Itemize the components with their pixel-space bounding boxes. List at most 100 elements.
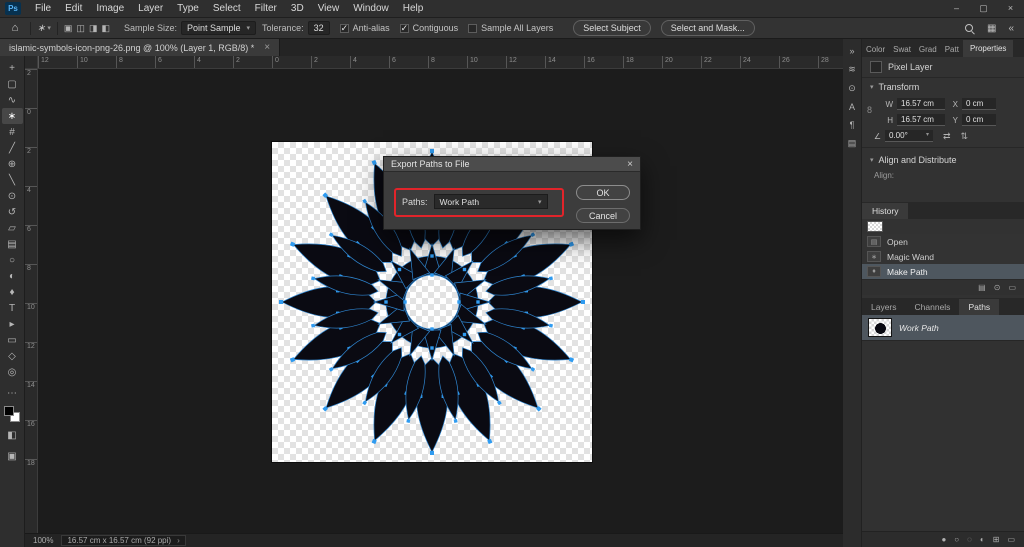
dodge-tool[interactable]: ◐ xyxy=(2,268,23,284)
workspace-switcher-icon[interactable]: ▦ xyxy=(987,23,996,34)
tab-channels[interactable]: Channels xyxy=(906,299,960,315)
close-button[interactable]: × xyxy=(997,0,1024,17)
healing-brush-tool[interactable]: ⊕ xyxy=(2,156,23,172)
foreground-color-swatch[interactable] xyxy=(4,406,14,416)
new-document-from-state-icon[interactable]: ▤ xyxy=(978,283,986,292)
tab-properties[interactable]: Properties xyxy=(963,40,1013,57)
move-tool[interactable]: + xyxy=(2,60,23,76)
fill-path-icon[interactable]: ● xyxy=(941,535,946,544)
options-checkbox[interactable]: Contiguous xyxy=(400,23,459,33)
edit-toolbar-icon[interactable]: ⋯ xyxy=(2,385,23,401)
status-chevron-icon[interactable]: › xyxy=(177,536,180,545)
magic-wand-tool[interactable]: ∗ xyxy=(2,108,23,124)
screen-mode-icon[interactable]: ▣ xyxy=(2,448,23,464)
active-tool-preset-icon[interactable]: ∗▾ xyxy=(37,23,51,34)
tab-gradients[interactable]: Grad xyxy=(915,42,941,57)
history-item-make-path[interactable]: ♦ Make Path xyxy=(862,264,1024,279)
color-swatches[interactable] xyxy=(4,406,20,422)
tab-paths[interactable]: Paths xyxy=(959,299,999,315)
new-selection-icon[interactable]: ▣ xyxy=(64,23,73,34)
menu-item[interactable]: Help xyxy=(396,0,431,17)
brush-tool[interactable]: ╲ xyxy=(2,172,23,188)
select-subject-button[interactable]: Select Subject xyxy=(573,20,651,36)
flip-horizontal-icon[interactable]: ⇄ xyxy=(943,131,951,142)
paragraph-panel-icon[interactable]: ¶ xyxy=(850,120,855,130)
menu-item[interactable]: Filter xyxy=(248,0,284,17)
sample-size-select[interactable]: Point Sample▾ xyxy=(181,21,256,35)
eraser-tool[interactable]: ▱ xyxy=(2,220,23,236)
dialog-close-icon[interactable]: × xyxy=(627,159,633,170)
restore-button[interactable]: ▢ xyxy=(970,0,997,17)
link-dimensions-icon[interactable]: 8 xyxy=(867,105,872,115)
new-snapshot-icon[interactable]: ⊙ xyxy=(994,283,1001,292)
options-checkbox[interactable]: Anti-alias xyxy=(340,23,390,33)
menu-item[interactable]: View xyxy=(311,0,347,17)
character-panel-icon[interactable]: A xyxy=(849,102,855,112)
dialog-title-bar[interactable]: Export Paths to File × xyxy=(384,157,640,172)
work-path-row[interactable]: Work Path xyxy=(862,315,1024,341)
minimize-button[interactable]: – xyxy=(943,0,970,17)
eyedropper-tool[interactable]: ╱ xyxy=(2,140,23,156)
subtract-from-selection-icon[interactable]: ◨ xyxy=(89,23,98,34)
tolerance-input[interactable]: 32 xyxy=(308,21,330,35)
add-mask-icon[interactable]: ◐ xyxy=(980,535,985,544)
brush-settings-icon[interactable]: ≋ xyxy=(848,64,856,75)
clone-stamp-tool[interactable]: ⊙ xyxy=(2,188,23,204)
paths-dropdown[interactable]: Work Path ▾ xyxy=(434,194,548,209)
menu-item[interactable]: Type xyxy=(170,0,206,17)
shape-tool[interactable]: ▭ xyxy=(2,332,23,348)
zoom-level[interactable]: 100% xyxy=(33,536,53,545)
photoshop-logo-icon[interactable]: Ps xyxy=(5,2,21,15)
menu-item[interactable]: 3D xyxy=(284,0,311,17)
menu-item[interactable]: Select xyxy=(206,0,248,17)
path-as-selection-icon[interactable]: ◌ xyxy=(967,535,972,544)
history-brush-tool[interactable]: ↺ xyxy=(2,204,23,220)
lasso-tool[interactable]: ∿ xyxy=(2,92,23,108)
document-info-box[interactable]: 16.57 cm x 16.57 cm (92 ppi) › xyxy=(61,535,185,546)
y-field[interactable]: 0 cm xyxy=(962,114,996,126)
cancel-button[interactable]: Cancel xyxy=(576,208,630,223)
width-field[interactable]: 16.57 cm xyxy=(897,98,945,110)
ok-button[interactable]: OK xyxy=(576,185,630,200)
new-path-icon[interactable]: ⊞ xyxy=(993,535,1000,544)
tab-swatches[interactable]: Swat xyxy=(889,42,915,57)
type-tool[interactable]: T xyxy=(2,300,23,316)
canvas-area[interactable]: 121086420246810121416182022242628 202468… xyxy=(25,56,843,547)
home-icon[interactable]: ⌂ xyxy=(6,22,24,34)
stroke-path-icon[interactable]: ○ xyxy=(954,535,959,544)
tab-close-icon[interactable]: × xyxy=(264,42,270,53)
history-item-open[interactable]: ▤ Open xyxy=(862,234,1024,249)
menu-item[interactable]: Edit xyxy=(58,0,89,17)
flip-vertical-icon[interactable]: ⇅ xyxy=(961,131,969,142)
height-field[interactable]: 16.57 cm xyxy=(897,114,945,126)
path-selection-tool[interactable]: ▸ xyxy=(2,316,23,332)
align-section-header[interactable]: ▾ Align and Distribute xyxy=(862,151,1024,169)
history-snapshot-row[interactable] xyxy=(862,219,1024,234)
transform-section-header[interactable]: ▾ Transform xyxy=(862,78,1024,96)
hand-tool[interactable]: ◇ xyxy=(2,348,23,364)
tab-history[interactable]: History xyxy=(862,203,908,219)
collapse-icon[interactable]: « xyxy=(1008,23,1014,34)
delete-state-icon[interactable]: ▭ xyxy=(1008,283,1016,292)
delete-path-icon[interactable]: ▭ xyxy=(1007,535,1015,544)
tab-layers[interactable]: Layers xyxy=(862,299,906,315)
tab-patterns[interactable]: Patt xyxy=(941,42,963,57)
marquee-tool[interactable]: ▢ xyxy=(2,76,23,92)
document-tab[interactable]: islamic-symbols-icon-png-26.png @ 100% (… xyxy=(0,39,280,56)
rotation-field[interactable]: 0.00°▾ xyxy=(885,130,933,142)
crop-tool[interactable]: # xyxy=(2,124,23,140)
clone-source-icon[interactable]: ⊙ xyxy=(848,83,856,94)
gradient-tool[interactable]: ▤ xyxy=(2,236,23,252)
select-and-mask-button[interactable]: Select and Mask... xyxy=(661,20,755,36)
intersect-selection-icon[interactable]: ◧ xyxy=(101,23,110,34)
menu-item[interactable]: File xyxy=(28,0,58,17)
options-checkbox[interactable]: Sample All Layers xyxy=(468,23,553,33)
search-icon[interactable] xyxy=(964,23,975,34)
x-field[interactable]: 0 cm xyxy=(962,98,996,110)
history-item-magic-wand[interactable]: ∗ Magic Wand xyxy=(862,249,1024,264)
collapse-panels-icon[interactable]: » xyxy=(849,46,854,56)
tab-color[interactable]: Color xyxy=(862,42,889,57)
add-to-selection-icon[interactable]: ◫ xyxy=(76,23,85,34)
menu-item[interactable]: Layer xyxy=(131,0,170,17)
menu-item[interactable]: Image xyxy=(89,0,131,17)
